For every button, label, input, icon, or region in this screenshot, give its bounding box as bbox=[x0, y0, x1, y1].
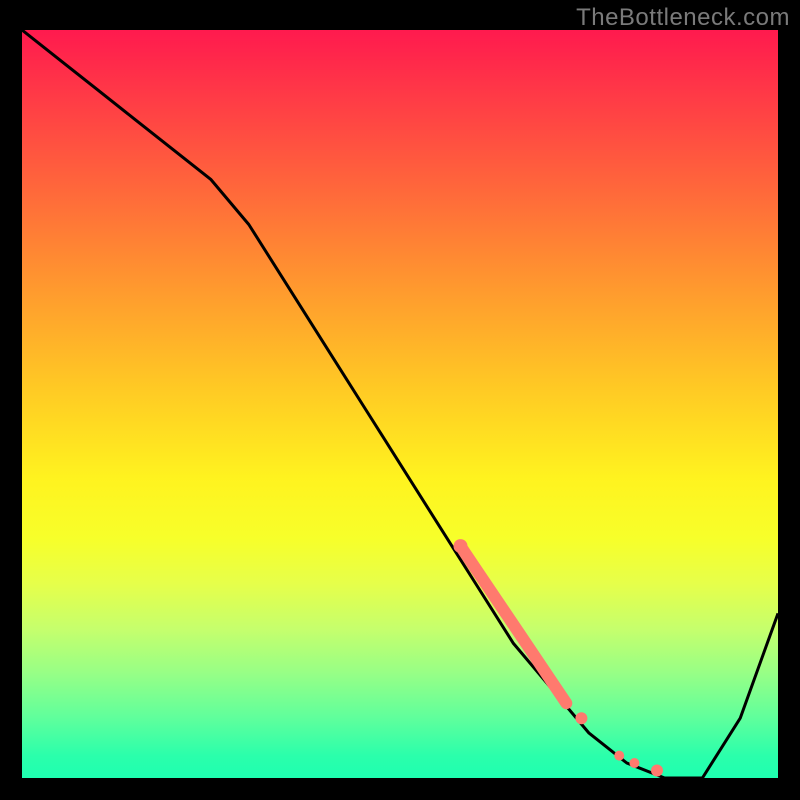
watermark-text: TheBottleneck.com bbox=[576, 4, 790, 32]
chart-svg bbox=[22, 30, 778, 778]
highlight-dot bbox=[575, 712, 587, 724]
highlight-dot bbox=[614, 751, 624, 761]
chart-frame: TheBottleneck.com bbox=[0, 0, 800, 800]
plot-area bbox=[22, 30, 778, 778]
highlight-dot bbox=[629, 758, 639, 768]
main-curve bbox=[22, 30, 778, 778]
highlight-layer bbox=[454, 539, 664, 776]
curve-layer bbox=[22, 30, 778, 778]
highlight-segment bbox=[461, 546, 567, 703]
highlight-start-dot bbox=[454, 539, 468, 553]
highlight-dot bbox=[651, 765, 663, 777]
